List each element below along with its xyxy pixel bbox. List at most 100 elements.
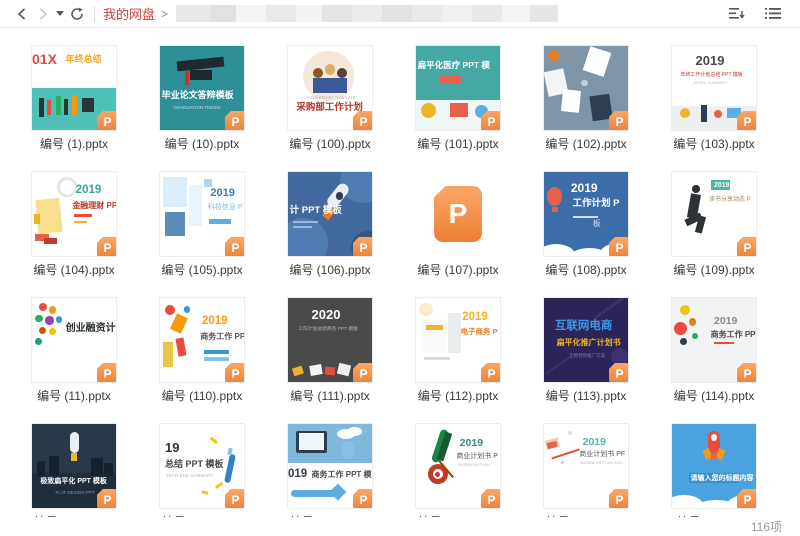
thumb-decoration: [551, 448, 579, 458]
chevron-right-icon: [39, 8, 48, 20]
thumb-decoration: [215, 483, 223, 489]
ppt-badge-icon: P: [225, 363, 245, 383]
thumb-decoration: [325, 64, 335, 74]
file-name: 编号 (104).pptx: [33, 261, 114, 278]
thumb-decoration: [561, 89, 582, 113]
file-thumbnail: POWERPOINT TEMPLATE采购部工作计划P: [287, 45, 373, 131]
thumb-decoration: [711, 453, 718, 460]
thumb-decoration: [175, 338, 186, 358]
file-item[interactable]: 019商务工作 PPT 模P 编号 (117).pptx: [266, 406, 394, 532]
thumb-title-text: 科技信息 P: [208, 204, 243, 212]
ppt-badge-icon: P: [225, 111, 245, 131]
file-item[interactable]: 19总结 PPT 模板YEAR-END SUMMARYP 编号 (116).pp…: [138, 406, 266, 532]
thumb-title-text: 请输入您的标题内容: [690, 475, 753, 483]
caret-down-icon: [56, 11, 64, 16]
file-name: 编号 (113).pptx: [546, 387, 626, 404]
thumb-decoration: [72, 95, 77, 115]
thumb-decoration: [202, 490, 208, 494]
file-item[interactable]: 2020工作计划总结商务 PPT 模板P 编号 (111).pptx: [266, 280, 394, 406]
file-name: 编号 (1).pptx: [40, 135, 108, 152]
thumb-decoration: [448, 313, 461, 353]
thumb-decoration: [189, 185, 202, 225]
file-thumbnail: 创业融资计P: [31, 297, 117, 383]
file-thumbnail: 2019读书分享动态 PP: [671, 171, 757, 257]
thumb-decoration: [56, 96, 61, 114]
ppt-badge-icon: P: [225, 489, 245, 509]
ppt-badge-icon: P: [353, 111, 373, 131]
thumb-decoration: [74, 221, 87, 224]
thumb-decoration: [190, 70, 212, 80]
thumb-decoration: [35, 315, 43, 323]
file-thumbnail: P: [543, 45, 629, 131]
thumb-decoration: [209, 219, 231, 224]
thumb-decoration: [49, 456, 59, 476]
file-item[interactable]: 极致扁平化 PPT 模板FLAT DESIGN PPTP 编号 (115).pp…: [10, 406, 138, 532]
file-item[interactable]: 2019金融理财 PPP 编号 (104).pptx: [10, 154, 138, 280]
history-dropdown-button[interactable]: [54, 3, 66, 25]
ppt-badge-icon: P: [97, 237, 117, 257]
thumb-decoration: [336, 192, 344, 200]
file-item[interactable]: 2019读书分享动态 PP 编号 (109).pptx: [650, 154, 778, 280]
view-mode-button[interactable]: [762, 3, 784, 25]
thumb-decoration: [701, 105, 708, 122]
thumb-decoration: [309, 364, 322, 376]
file-item[interactable]: 2019商务工作 PPP 编号 (110).pptx: [138, 280, 266, 406]
file-name: 编号 (101).pptx: [417, 135, 498, 152]
file-name: 编号 (11).pptx: [37, 387, 111, 404]
thumb-decoration: [299, 433, 324, 450]
thumb-title-text: 商务工作 PPT 模: [312, 470, 372, 479]
thumb-decoration: [547, 187, 562, 205]
file-item[interactable]: POWERPOINT TEMPLATE采购部工作计划P 编号 (100).ppt…: [266, 28, 394, 154]
thumb-decoration: [680, 305, 690, 315]
thumb-decoration: [293, 226, 311, 229]
ppt-badge-icon: P: [97, 111, 117, 131]
file-item[interactable]: P 编号 (107).pptx: [394, 154, 522, 280]
sort-button[interactable]: [726, 3, 748, 25]
file-item[interactable]: 请输入您的标题内容P 编号 (12).pptx: [650, 406, 778, 532]
redacted-folder-path: [176, 5, 558, 22]
file-name: 编号 (107).pptx: [417, 261, 498, 278]
thumb-decoration: [91, 458, 103, 476]
thumb-decoration: [82, 98, 94, 111]
ppt-badge-icon: P: [737, 237, 757, 257]
file-thumbnail: 请输入您的标题内容P: [671, 423, 757, 509]
ppt-badge-icon: P: [353, 237, 373, 257]
thumb-decoration: [424, 357, 449, 360]
file-item[interactable]: 2019商业计划书 PBUSINESS PLANP 编号 (118).pptx: [394, 406, 522, 532]
thumb-decoration: [547, 49, 561, 63]
file-item[interactable]: 互联网电商扁平化推广计划书全网营销推广方案P 编号 (113).pptx: [522, 280, 650, 406]
ppt-badge-icon: P: [609, 489, 629, 509]
thumb-decoration: [74, 214, 92, 217]
back-button[interactable]: [10, 3, 32, 25]
forward-button[interactable]: [32, 3, 54, 25]
refresh-button[interactable]: [66, 3, 88, 25]
file-item[interactable]: 扁平化医疗 PPT 模P 编号 (101).pptx: [394, 28, 522, 154]
thumb-decoration: [692, 185, 700, 193]
breadcrumb-root[interactable]: 我的网盘: [103, 4, 155, 23]
file-item[interactable]: 毕业论文答辩模板GRADUATION THESISP 编号 (10).pptx: [138, 28, 266, 154]
file-item[interactable]: 创业融资计P 编号 (11).pptx: [10, 280, 138, 406]
thumb-title-text: 2020: [312, 308, 341, 323]
file-item[interactable]: 2019年终工作计划总结 PPT 模板WORK SUMMARYP 编号 (103…: [650, 28, 778, 154]
file-item[interactable]: 计 PPT 模板P 编号 (106).pptx: [266, 154, 394, 280]
thumb-decoration: [35, 338, 42, 345]
ppt-badge-icon: P: [737, 111, 757, 131]
file-item[interactable]: 2019科技信息 PP 编号 (105).pptx: [138, 154, 266, 280]
thumb-decoration: [165, 305, 175, 315]
thumb-title-text: GRADUATION THESIS: [173, 105, 220, 110]
ppt-badge-icon: P: [609, 111, 629, 131]
thumb-title-text: WORK SUMMARY: [694, 81, 728, 86]
thumb-decoration: [170, 313, 188, 333]
thumb-decoration: [337, 362, 351, 375]
file-item[interactable]: 2019工作计划 P板P 编号 (108).pptx: [522, 154, 650, 280]
ppt-badge-icon: P: [481, 363, 501, 383]
file-item[interactable]: 2019商务工作 PPTP 编号 (114).pptx: [650, 280, 778, 406]
file-item[interactable]: 01X年终总结P 编号 (1).pptx: [10, 28, 138, 154]
file-item[interactable]: 2019商业计划书 PFBUSINESS PLAN 2019P 编号 (119)…: [522, 406, 650, 532]
file-item[interactable]: P 编号 (102).pptx: [522, 28, 650, 154]
thumb-decoration: [163, 342, 173, 367]
file-item[interactable]: 2019电子商务 PP 编号 (112).pptx: [394, 280, 522, 406]
thumb-decoration: [329, 484, 346, 501]
thumb-title-text: 互联网电商: [555, 320, 613, 333]
thumb-title-text: 计 PPT 模板: [290, 206, 342, 217]
